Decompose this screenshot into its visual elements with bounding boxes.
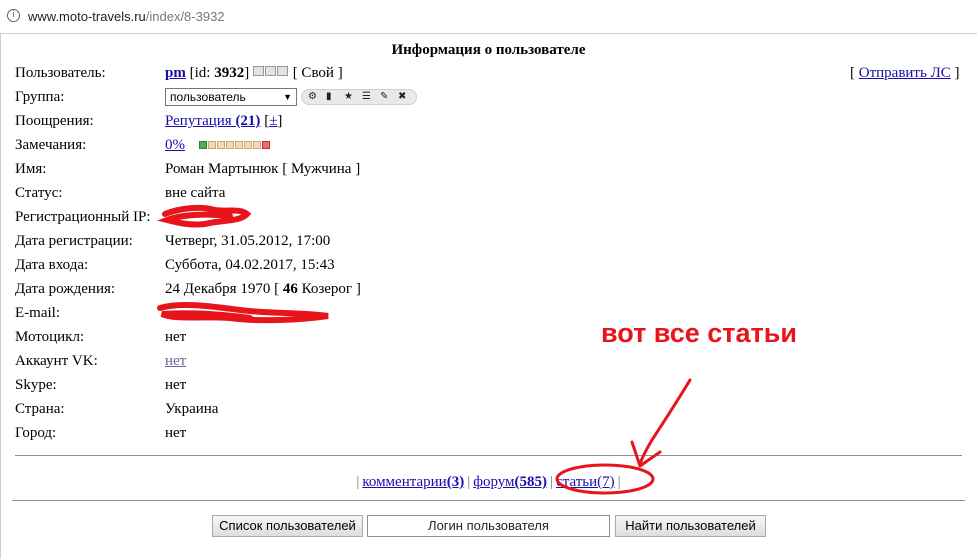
tab-comments-label: комментарии [362, 474, 447, 490]
user-search-bar: Список пользователей Логин пользователя … [0, 515, 977, 537]
reg-ip-label: Регистрационный IP: [15, 209, 151, 225]
minus-icon[interactable] [199, 141, 207, 149]
reg-date-label: Дата регистрации: [15, 233, 133, 249]
tab-comments-count: (3) [446, 474, 465, 490]
find-users-button[interactable]: Найти пользователей [615, 515, 766, 537]
status-square-icon [252, 66, 264, 76]
birthday-date: 24 Декабря 1970 [165, 281, 271, 297]
group-label: Группа: [15, 89, 65, 105]
status-square-icon [264, 66, 276, 76]
tab-forum-label: форум [473, 474, 515, 490]
name-value: Роман Мартынюк [ Мужчина ] [165, 161, 361, 177]
warning-cell [253, 141, 261, 149]
reputation-count: (21) [235, 113, 261, 129]
plus-icon[interactable] [262, 141, 270, 149]
user-id: 3932 [214, 65, 245, 81]
warning-level-bar [199, 141, 271, 150]
tab-separator: | [467, 474, 471, 490]
users-list-button[interactable]: Список пользователей [212, 515, 363, 537]
warnings-label: Замечания: [15, 137, 87, 153]
name-label: Имя: [15, 161, 47, 177]
login-input[interactable]: Логин пользователя [367, 515, 610, 537]
motorcycle-label: Мотоцикл: [15, 329, 85, 345]
group-selected: пользователь [170, 90, 246, 104]
motorcycle-value: нет [165, 329, 187, 345]
info-icon[interactable]: i [7, 9, 20, 22]
login-date-value: Суббота, 04.02.2017, 15:43 [165, 257, 335, 273]
reg-date-value: Четверг, 31.05.2012, 17:00 [165, 233, 331, 249]
gear-icon[interactable]: ⚙ [308, 90, 317, 104]
list-icon[interactable]: ☰ [362, 90, 371, 104]
url-text[interactable]: www.moto-travels.ru/index/8-3932 [28, 9, 225, 24]
group-select[interactable]: пользователь ▼ [165, 88, 297, 106]
status-square-icon [276, 66, 288, 76]
vk-label: Аккаунт VK: [15, 353, 98, 369]
bar-chart-icon[interactable]: ▮ [326, 90, 332, 104]
section-divider [15, 455, 962, 456]
vk-link[interactable]: нет [165, 353, 186, 369]
tab-articles-label: статьи [556, 474, 598, 490]
send-pm-link[interactable]: Отправить ЛС [859, 65, 951, 81]
skype-label: Skype: [15, 377, 57, 393]
url-path: /index/8-3932 [145, 9, 225, 24]
url-host: www.moto-travels.ru [28, 9, 146, 24]
tab-articles[interactable]: статьи(7) [556, 474, 615, 490]
tab-forum-count: (585) [514, 474, 548, 490]
reputation-text: Репутация [165, 113, 232, 129]
warnings-value: 0% [165, 135, 270, 155]
warning-cell [226, 141, 234, 149]
status-value: вне сайта [165, 185, 226, 201]
tab-comments[interactable]: комментарии(3) [362, 474, 464, 490]
user-label: Пользователь: [15, 65, 106, 81]
tab-separator: | [617, 474, 621, 490]
skype-value: нет [165, 377, 187, 393]
rewards-label: Поощрения: [15, 113, 94, 129]
browser-address-bar[interactable]: i www.moto-travels.ru/index/8-3932 [0, 0, 977, 34]
profile-tabs: | комментарии(3) | форум(585) | статьи(7) | [0, 472, 977, 492]
birthday-label: Дата рождения: [15, 281, 116, 297]
tab-separator: | [356, 474, 360, 490]
send-pm: [ Отправить ЛС ] [850, 65, 960, 81]
tab-forum[interactable]: форум(585) [473, 474, 547, 490]
warning-cell [244, 141, 252, 149]
chevron-down-icon: ▼ [283, 92, 292, 102]
tab-articles-count: (7) [597, 474, 615, 490]
warning-cell [208, 141, 216, 149]
pencil-icon[interactable]: ✎ [380, 90, 388, 104]
warnings-link[interactable]: 0% [165, 137, 185, 153]
warning-cell [235, 141, 243, 149]
close-circle-icon[interactable]: ✖ [398, 90, 406, 104]
city-value: нет [165, 425, 187, 441]
city-label: Город: [15, 425, 57, 441]
zodiac-sign: Козерог [301, 281, 353, 297]
user-id-prefix: [id: [189, 65, 215, 81]
bottom-divider [12, 500, 965, 501]
vk-value: нет [165, 351, 186, 371]
username-link[interactable]: pm [165, 65, 186, 81]
rewards-value: Репутация (21) [±] [165, 113, 283, 129]
user-value: pm [id: 3932] [ Свой ] [165, 63, 343, 83]
login-date-label: Дата входа: [15, 257, 89, 273]
email-label: E-mail: [15, 305, 60, 321]
star-icon[interactable]: ★ [344, 90, 353, 104]
warning-cell [217, 141, 225, 149]
country-label: Страна: [15, 401, 65, 417]
age: 46 [282, 281, 298, 297]
own-tag: [ Свой ] [292, 65, 343, 81]
annotation-text: вот все статьи [601, 318, 797, 348]
status-label: Статус: [15, 185, 63, 201]
page-title: Информация о пользователе [391, 42, 586, 58]
group-tools: ⚙ ▮ ★ ☰ ✎ ✖ [301, 89, 417, 105]
reputation-change-link[interactable]: ± [269, 113, 277, 129]
user-id-suffix: ] [244, 65, 250, 81]
country-value: Украина [165, 401, 219, 417]
reputation-link[interactable]: Репутация (21) [165, 113, 260, 129]
birthday-value: 24 Декабря 1970 [ 46 Козерог ] [165, 281, 361, 297]
tab-separator: | [550, 474, 554, 490]
